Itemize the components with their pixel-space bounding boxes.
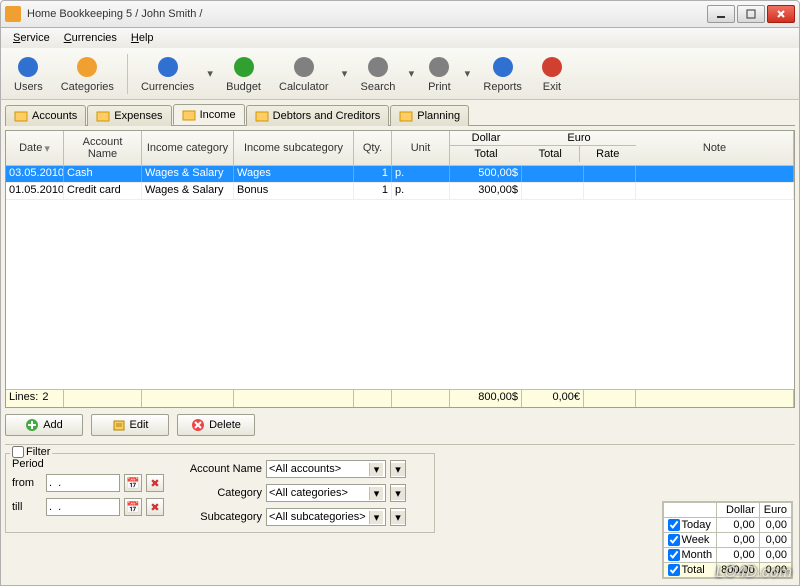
col-date[interactable]: Date ▾ <box>6 131 64 165</box>
toolbar-currencies[interactable]: Currencies <box>134 52 201 96</box>
filter-group: Filter Period from 📅 ✖ till 📅 ✖ <box>5 453 435 533</box>
filter-toggle[interactable]: Filter <box>10 446 52 458</box>
income-grid: Date ▾ Account Name Income category Inco… <box>5 130 795 408</box>
toolbar-search[interactable]: Search <box>354 52 403 96</box>
footer-euro-total: 0,00€ <box>522 390 584 407</box>
period-label: Period <box>12 458 164 470</box>
account-filter-extra[interactable]: ▾ <box>390 460 406 478</box>
account-filter-label: Account Name <box>176 463 262 475</box>
table-row[interactable]: 03.05.2010CashWages & SalaryWages1p.500,… <box>6 166 794 183</box>
delete-button[interactable]: Delete <box>177 414 255 436</box>
summary-head-dollar: Dollar <box>717 503 760 518</box>
till-date-input[interactable] <box>46 498 120 516</box>
from-label: from <box>12 477 42 489</box>
grid-footer: Lines: 2 800,00$ 0,00€ <box>6 389 794 407</box>
col-category[interactable]: Income category <box>142 131 234 165</box>
tabstrip: AccountsExpensesIncomeDebtors and Credit… <box>5 104 795 126</box>
app-icon <box>5 6 21 22</box>
toolbar-print[interactable]: Print <box>420 52 458 96</box>
subcategory-filter-label: Subcategory <box>176 511 262 523</box>
filter-checkbox[interactable] <box>12 446 24 458</box>
toolbar-categories[interactable]: Categories <box>54 52 121 96</box>
tab-debtors-and-creditors[interactable]: Debtors and Creditors <box>246 105 390 126</box>
toolbar-users[interactable]: Users <box>7 52 50 96</box>
toolbar-print-dropdown[interactable]: ▾ <box>462 67 472 80</box>
till-calendar-icon[interactable]: 📅 <box>124 498 142 516</box>
category-filter-combo[interactable]: <All categories>▾ <box>266 484 386 502</box>
col-euro-rate[interactable]: Rate <box>580 146 637 162</box>
summary-check-today[interactable] <box>668 519 680 531</box>
summary-check-month[interactable] <box>668 549 680 561</box>
toolbar-currencies-dropdown[interactable]: ▾ <box>205 67 215 80</box>
window-title: Home Bookkeeping 5 / John Smith / <box>27 8 707 20</box>
from-clear-icon[interactable]: ✖ <box>146 474 164 492</box>
col-euro[interactable]: Euro <box>522 131 636 146</box>
summary-check-total[interactable] <box>668 564 680 576</box>
close-button[interactable] <box>767 5 795 23</box>
toolbar-exit[interactable]: Exit <box>533 52 571 96</box>
menu-currencies[interactable]: Currencies <box>58 30 123 46</box>
menu-service[interactable]: Service <box>7 30 56 46</box>
toolbar-budget[interactable]: Budget <box>219 52 268 96</box>
col-dollar-total[interactable]: Total <box>450 146 522 162</box>
toolbar-reports[interactable]: Reports <box>476 52 529 96</box>
col-account[interactable]: Account Name <box>64 131 142 165</box>
col-subcategory[interactable]: Income subcategory <box>234 131 354 165</box>
till-clear-icon[interactable]: ✖ <box>146 498 164 516</box>
col-qty[interactable]: Qty. <box>354 131 392 165</box>
account-filter-combo[interactable]: <All accounts>▾ <box>266 460 386 478</box>
footer-dollar-total: 800,00$ <box>450 390 522 407</box>
toolbar-calculator-dropdown[interactable]: ▾ <box>340 67 350 80</box>
col-dollar[interactable]: Dollar <box>450 131 522 146</box>
from-calendar-icon[interactable]: 📅 <box>124 474 142 492</box>
menubar: Service Currencies Help <box>0 28 800 48</box>
tab-planning[interactable]: Planning <box>390 105 469 126</box>
table-row[interactable]: 01.05.2010Credit cardWages & SalaryBonus… <box>6 183 794 200</box>
category-filter-extra[interactable]: ▾ <box>390 484 406 502</box>
grid-header: Date ▾ Account Name Income category Inco… <box>6 131 794 166</box>
edit-button[interactable]: Edit <box>91 414 169 436</box>
col-euro-total[interactable]: Total <box>522 146 580 162</box>
toolbar-search-dropdown[interactable]: ▾ <box>406 67 416 80</box>
action-bar: Add Edit Delete <box>5 414 795 436</box>
menu-help[interactable]: Help <box>125 30 160 46</box>
minimize-button[interactable] <box>707 5 735 23</box>
category-filter-label: Category <box>176 487 262 499</box>
summary-table: DollarEuro Today0,000,00 Week0,000,00 Mo… <box>662 501 793 579</box>
subcategory-filter-combo[interactable]: <All subcategories>▾ <box>266 508 386 526</box>
col-unit[interactable]: Unit <box>392 131 450 165</box>
toolbar-calculator[interactable]: Calculator <box>272 52 336 96</box>
summary-check-week[interactable] <box>668 534 680 546</box>
titlebar: Home Bookkeeping 5 / John Smith / <box>0 0 800 28</box>
till-label: till <box>12 501 42 513</box>
grid-body[interactable]: 03.05.2010CashWages & SalaryWages1p.500,… <box>6 166 794 389</box>
tab-accounts[interactable]: Accounts <box>5 105 86 126</box>
summary-head-euro: Euro <box>759 503 791 518</box>
tab-income[interactable]: Income <box>173 104 245 125</box>
col-note[interactable]: Note <box>636 131 794 165</box>
tab-expenses[interactable]: Expenses <box>87 105 171 126</box>
subcategory-filter-extra[interactable]: ▾ <box>390 508 406 526</box>
client-area: AccountsExpensesIncomeDebtors and Credit… <box>0 100 800 586</box>
add-button[interactable]: Add <box>5 414 83 436</box>
maximize-button[interactable] <box>737 5 765 23</box>
from-date-input[interactable] <box>46 474 120 492</box>
toolbar: UsersCategories Currencies ▾ BudgetCalculat… <box>0 48 800 100</box>
